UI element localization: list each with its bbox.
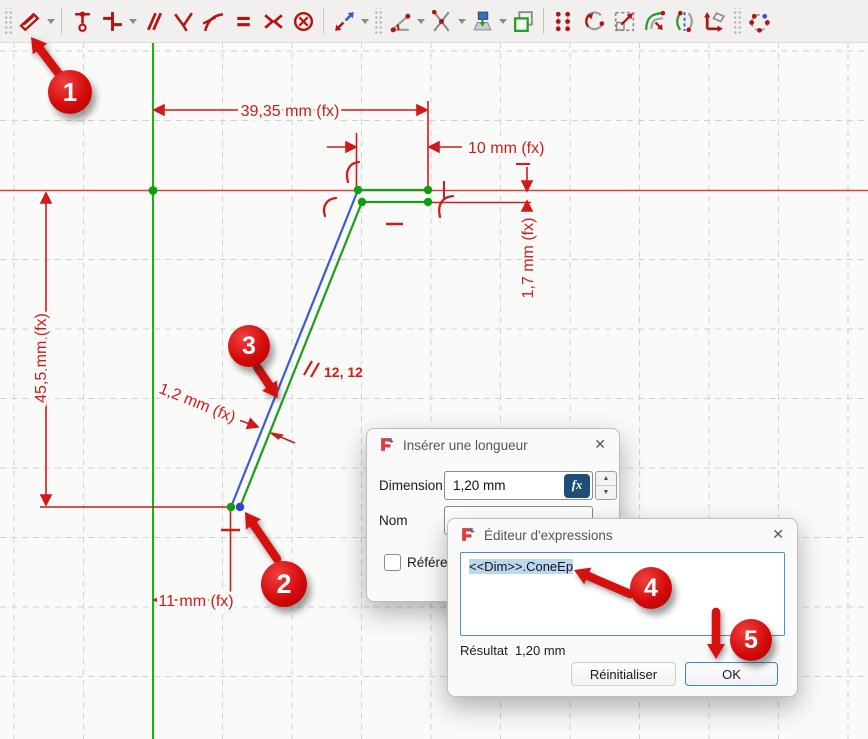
reset-button[interactable]: Réinitialiser <box>571 662 676 686</box>
close-icon[interactable]: ✕ <box>772 526 784 543</box>
spin-up-icon[interactable]: ▲ <box>596 472 616 486</box>
expression-text: <<Dim>>.ConeEp <box>469 559 573 574</box>
dimension-label: Dimension : <box>379 478 450 493</box>
toolbar-separator <box>543 8 544 34</box>
rotate-icon[interactable] <box>579 4 609 38</box>
circular-array-icon[interactable] <box>744 4 774 38</box>
sketcher-constraints-toolbar <box>0 0 868 43</box>
result-row: Résultat 1,20 mm <box>460 643 566 658</box>
perpendicular-constraint-icon[interactable] <box>168 4 198 38</box>
callout-badge-2: 2 <box>261 561 307 607</box>
result-value: 1,20 mm <box>515 643 566 658</box>
dropdown-caret[interactable] <box>127 4 138 38</box>
selected-point <box>236 503 244 511</box>
dim-gap-diagonal: 1,2 mm (fx) <box>157 381 238 427</box>
block-constraint-icon[interactable] <box>288 4 318 38</box>
dimension-tool-icon[interactable] <box>329 4 359 38</box>
freecad-logo-icon <box>460 526 477 543</box>
dialog-title: Insérer une longueur <box>403 438 528 453</box>
close-icon[interactable]: ✕ <box>594 436 606 453</box>
ok-button[interactable]: OK <box>685 662 778 686</box>
callout-badge-3: 3 <box>228 325 270 367</box>
dim-offset-bottom: 11 mm (fx) <box>158 593 233 610</box>
tangent-constraint-icon[interactable] <box>198 4 228 38</box>
reference-checkbox[interactable] <box>384 554 401 571</box>
move-rectangular-array-icon[interactable] <box>699 4 729 38</box>
dropdown-caret[interactable] <box>359 4 370 38</box>
toolbar-grip[interactable] <box>3 8 12 34</box>
expression-fx-button[interactable]: fx <box>564 474 590 498</box>
dimension-value: 1,20 mm <box>453 478 506 493</box>
name-label: Nom <box>379 513 408 528</box>
dropdown-caret[interactable] <box>497 4 508 38</box>
toggle-construction-icon[interactable] <box>467 4 497 38</box>
parallel-constraint-label: 12, 12 <box>324 364 363 380</box>
callout-badge-1: 1 <box>48 70 92 114</box>
dim-gap-right: 1,7 mm (fx) <box>520 218 537 299</box>
offset-icon[interactable] <box>639 4 669 38</box>
dimension-caliper-icon[interactable] <box>15 4 45 38</box>
scale-icon[interactable] <box>609 4 639 38</box>
freecad-logo-icon <box>379 436 396 453</box>
toolbar-grip[interactable] <box>373 8 382 34</box>
toolbar-separator <box>323 8 324 34</box>
dim-height-left: 45,5 mm (fx) <box>33 313 50 403</box>
point-coincidence-icon[interactable] <box>67 4 97 38</box>
dropdown-caret[interactable] <box>45 4 56 38</box>
toolbar-grip[interactable] <box>732 8 741 34</box>
callout-badge-4: 4 <box>630 567 672 609</box>
dialog-title: Éditeur d'expressions <box>484 528 613 543</box>
toolbar-separator <box>61 8 62 34</box>
carbon-copy-icon[interactable] <box>508 4 538 38</box>
translate-icon[interactable] <box>549 4 579 38</box>
dim-width-top: 39,35 mm (fx) <box>241 103 340 120</box>
angle-constraint-icon[interactable] <box>385 4 415 38</box>
parallel-constraint-icon[interactable] <box>138 4 168 38</box>
equal-constraint-icon[interactable] <box>228 4 258 38</box>
dimension-spinner[interactable]: ▲ ▼ <box>595 471 617 500</box>
callout-badge-5: 5 <box>730 619 772 661</box>
symmetric-constraint-icon[interactable] <box>258 4 288 38</box>
spin-down-icon[interactable]: ▼ <box>596 486 616 499</box>
horizontal-vertical-constraint-icon[interactable] <box>97 4 127 38</box>
expression-editor-dialog: Éditeur d'expressions ✕ <<Dim>>.ConeEp R… <box>447 518 798 697</box>
dropdown-caret[interactable] <box>456 4 467 38</box>
dim-width-small: 10 mm (fx) <box>468 140 544 157</box>
symmetry-icon[interactable] <box>669 4 699 38</box>
dropdown-caret[interactable] <box>415 4 426 38</box>
result-label: Résultat <box>460 643 508 658</box>
trim-edge-icon[interactable] <box>426 4 456 38</box>
